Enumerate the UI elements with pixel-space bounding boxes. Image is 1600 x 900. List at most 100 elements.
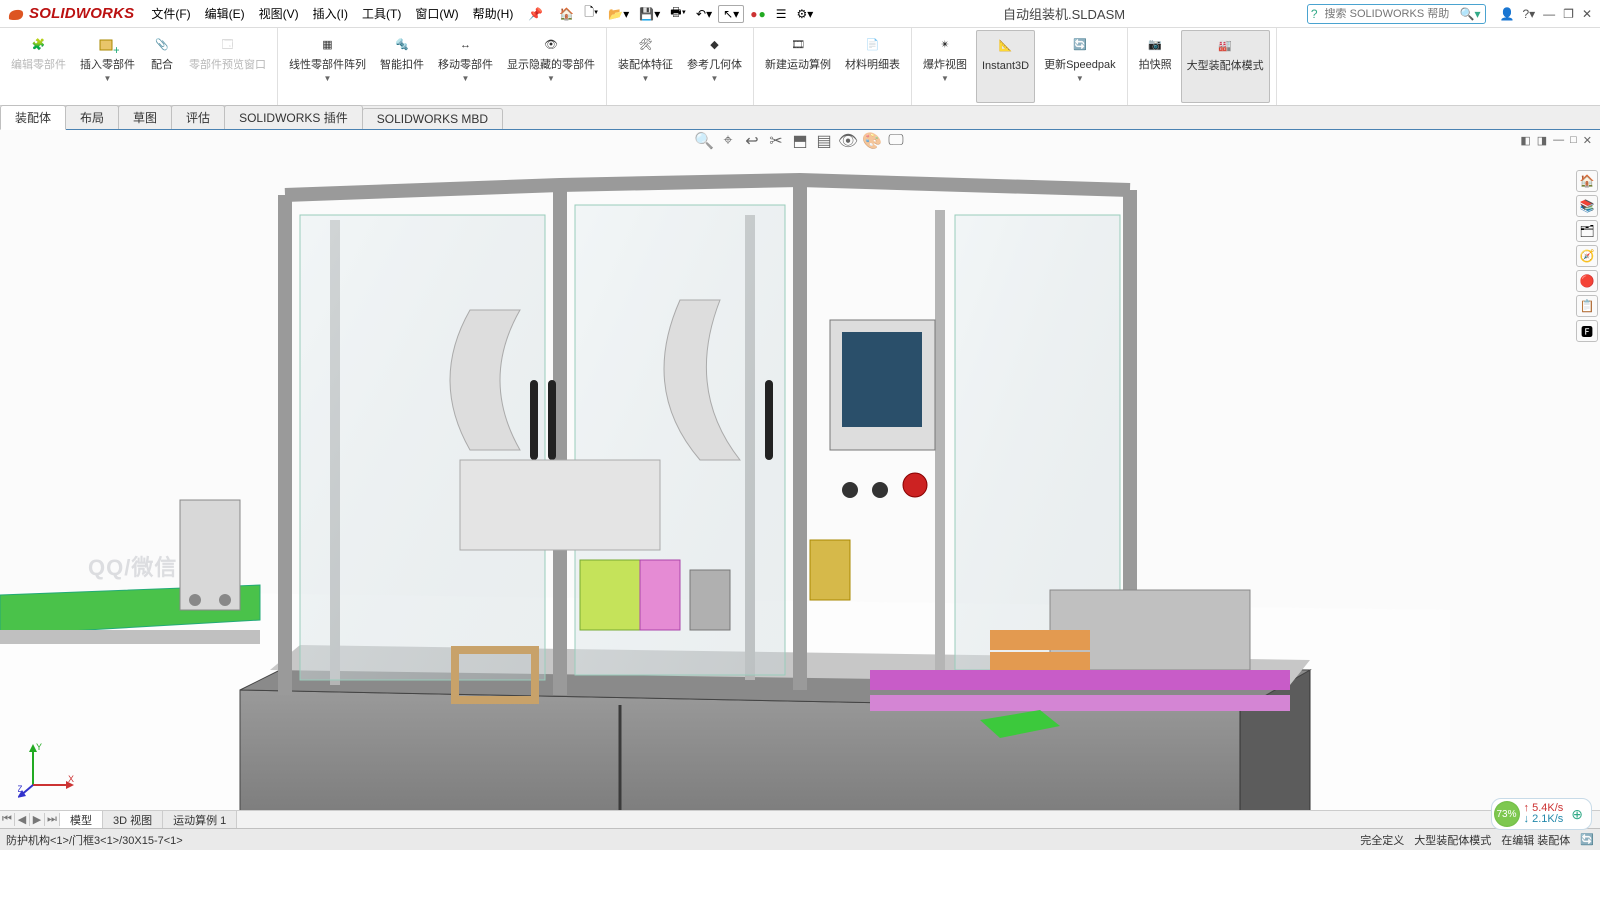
- display-style-icon[interactable]: ▤: [815, 132, 833, 150]
- open-icon[interactable]: 📂▾: [604, 6, 633, 22]
- taskpane-appearances-icon[interactable]: 🔴: [1576, 270, 1598, 292]
- settings-icon[interactable]: ⚙▾: [792, 6, 817, 22]
- tab-layout[interactable]: 布局: [65, 105, 119, 129]
- update-speedpak-button[interactable]: 🔄更新Speedpak▼: [1039, 30, 1121, 103]
- network-percent: 73%: [1494, 801, 1520, 827]
- bottom-tab-motion1[interactable]: 运动算例 1: [163, 811, 237, 829]
- bom-button[interactable]: 📄材料明细表: [840, 30, 905, 103]
- bottom-tab-3dview[interactable]: 3D 视图: [103, 811, 163, 829]
- taskpane-explorer-icon[interactable]: 🗂: [1576, 220, 1598, 242]
- help-dropdown-icon[interactable]: ?▾: [1522, 7, 1535, 21]
- smart-fastener-button[interactable]: 🔩智能扣件: [375, 30, 429, 103]
- move-component-button[interactable]: ↔移动零部件▼: [433, 30, 498, 103]
- menu-file[interactable]: 文件(F): [144, 0, 197, 27]
- tab-addins[interactable]: SOLIDWORKS 插件: [224, 105, 363, 129]
- mate-button[interactable]: 📎配合: [144, 30, 180, 103]
- options-icon[interactable]: ☰: [772, 6, 791, 22]
- app-logo: SOLIDWORKS: [0, 5, 144, 23]
- search-box[interactable]: ? 🔍▾: [1307, 4, 1486, 24]
- large-assembly-mode-button[interactable]: 🏭大型装配体模式: [1181, 30, 1270, 103]
- snapshot-button[interactable]: 📷拍快照: [1134, 30, 1177, 103]
- instant3d-button[interactable]: 📐Instant3D: [976, 30, 1035, 103]
- help-icon: ?: [1308, 7, 1321, 21]
- heads-up-toolbar: 🔍 ⌖ ↩ ✂ ⬒ ▤ 👁 🎨 🖵: [693, 130, 907, 152]
- axis-triad[interactable]: Y X Z: [18, 740, 78, 800]
- bottom-tab-model[interactable]: 模型: [60, 811, 103, 829]
- menu-view[interactable]: 视图(V): [252, 0, 306, 27]
- svg-text:+: +: [113, 43, 119, 56]
- tab-nav-last-icon[interactable]: ⏭: [45, 813, 60, 826]
- prev-view-icon[interactable]: ↩: [743, 132, 761, 150]
- vp-close-icon[interactable]: ✕: [1583, 134, 1592, 147]
- bottom-tabs: ⏮ ◀ ▶ ⏭ 模型 3D 视图 运动算例 1: [0, 810, 1600, 828]
- graphics-viewport[interactable]: QQ/微信: [0, 130, 1600, 850]
- tab-evaluate[interactable]: 评估: [171, 105, 225, 129]
- assembly-features-button[interactable]: 🛠装配体特征▼: [613, 30, 678, 103]
- menu-tools[interactable]: 工具(T): [355, 0, 408, 27]
- tab-mbd[interactable]: SOLIDWORKS MBD: [362, 108, 503, 129]
- menu-insert[interactable]: 插入(I): [306, 0, 355, 27]
- reference-geometry-button[interactable]: ◆参考几何体▼: [682, 30, 747, 103]
- vp-dock-right-icon[interactable]: ◨: [1537, 134, 1547, 147]
- linear-pattern-button[interactable]: ▦线性零部件阵列▼: [284, 30, 371, 103]
- search-input[interactable]: [1321, 8, 1456, 20]
- taskpane-resources-icon[interactable]: 🏠: [1576, 170, 1598, 192]
- viewport-window-controls: ◧ ◨ — □ ✕: [1520, 134, 1592, 147]
- task-pane: 🏠 📚 🗂 🧭 🔴 📋 🅵: [1576, 170, 1598, 342]
- close-icon[interactable]: ✕: [1582, 7, 1592, 21]
- brand-text: SOLIDWORKS: [29, 5, 134, 22]
- menu-edit[interactable]: 编辑(E): [198, 0, 252, 27]
- vp-minimize-icon[interactable]: —: [1553, 134, 1564, 147]
- user-icon[interactable]: 👤: [1500, 7, 1515, 21]
- new-icon[interactable]: 🗋▾: [580, 2, 602, 25]
- undo-icon[interactable]: ↶▾: [692, 6, 716, 22]
- exploded-view-button[interactable]: ✴爆炸视图▼: [918, 30, 972, 103]
- search-icon[interactable]: 🔍▾: [1456, 7, 1485, 21]
- menu-window[interactable]: 窗口(W): [408, 0, 465, 27]
- rebuild-icon[interactable]: ●●: [746, 6, 770, 22]
- select-icon[interactable]: ↖▾: [718, 5, 744, 23]
- status-reload-icon[interactable]: 🔄: [1580, 833, 1594, 846]
- home-icon[interactable]: 🏠: [555, 6, 578, 22]
- zoom-area-icon[interactable]: ⌖: [719, 132, 737, 150]
- network-monitor[interactable]: 73% ↑ 5.4K/s ↓ 2.1K/s ⊕: [1491, 798, 1592, 830]
- status-large-mode: 大型装配体模式: [1414, 832, 1491, 848]
- taskpane-forum-icon[interactable]: 🅵: [1576, 320, 1598, 342]
- taskpane-library-icon[interactable]: 📚: [1576, 195, 1598, 217]
- scene-icon[interactable]: 🖵: [887, 132, 905, 150]
- minimize-icon[interactable]: —: [1543, 7, 1555, 21]
- menu-help[interactable]: 帮助(H): [466, 0, 521, 27]
- vp-dock-left-icon[interactable]: ◧: [1520, 134, 1530, 147]
- vp-maximize-icon[interactable]: □: [1570, 134, 1577, 147]
- view-orient-icon[interactable]: ⬒: [791, 132, 809, 150]
- restore-icon[interactable]: ❐: [1563, 7, 1574, 21]
- status-breadcrumb: 防护机构<1>/门框3<1>/30X15-7<1>: [6, 832, 183, 848]
- insert-component-button[interactable]: +插入零部件▼: [75, 30, 140, 103]
- tab-nav-next-icon[interactable]: ▶: [30, 813, 45, 826]
- status-bar: 防护机构<1>/门框3<1>/30X15-7<1> 完全定义 大型装配体模式 在…: [0, 828, 1600, 850]
- new-motion-study-button[interactable]: 🎞新建运动算例: [760, 30, 836, 103]
- taskpane-view-palette-icon[interactable]: 🧭: [1576, 245, 1598, 267]
- tab-assembly[interactable]: 装配体: [0, 105, 66, 130]
- section-view-icon[interactable]: ✂: [767, 132, 785, 150]
- tab-nav-prev-icon[interactable]: ◀: [15, 813, 30, 826]
- appearance-icon[interactable]: 🎨: [863, 132, 881, 150]
- svg-text:X: X: [68, 774, 74, 784]
- net-down: ↓ 2.1K/s: [1524, 814, 1564, 825]
- print-icon[interactable]: 🖶▾: [666, 2, 690, 25]
- net-expand-icon[interactable]: ⊕: [1571, 806, 1583, 823]
- taskpane-properties-icon[interactable]: 📋: [1576, 295, 1598, 317]
- document-title: 自动组装机.SLDASM: [1003, 4, 1125, 23]
- pin-icon[interactable]: 📌: [520, 7, 551, 21]
- svg-text:Z: Z: [18, 784, 23, 794]
- model-render: [0, 130, 1600, 850]
- save-icon[interactable]: 💾▾: [635, 6, 664, 22]
- tab-nav-first-icon[interactable]: ⏮: [0, 813, 15, 826]
- status-fully-defined: 完全定义: [1360, 832, 1404, 848]
- show-hidden-button[interactable]: 👁显示隐藏的零部件▼: [502, 30, 600, 103]
- quick-toolbar: 🏠 🗋▾ 📂▾ 💾▾ 🖶▾ ↶▾ ↖▾ ●● ☰ ⚙▾: [551, 2, 821, 25]
- tab-sketch[interactable]: 草图: [118, 105, 172, 129]
- svg-text:Y: Y: [36, 742, 42, 752]
- hide-show-icon[interactable]: 👁: [839, 132, 857, 150]
- zoom-fit-icon[interactable]: 🔍: [695, 132, 713, 150]
